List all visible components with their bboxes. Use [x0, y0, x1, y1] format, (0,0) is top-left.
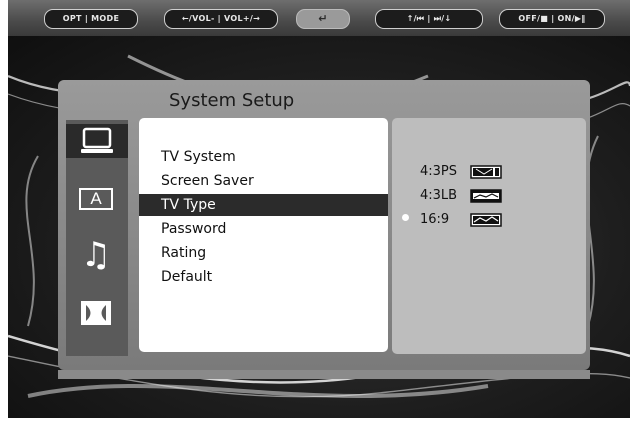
system-setup-panel: System Setup A ♫ TV System Screen Saver … [58, 80, 590, 370]
power-play-button[interactable]: OFF/■ | ON/▶‖ [499, 9, 605, 29]
menu-item-tv-system[interactable]: TV System [161, 146, 236, 168]
volume-button[interactable]: ←/VOL- | VOL+/→ [164, 9, 278, 29]
tv-icon [81, 127, 113, 153]
remote-control-bar: OPT | MODE ←/VOL- | VOL+/→ ↵ ↑/⏮ | ⏭/↓ O… [8, 0, 630, 37]
tab-audio[interactable]: ♫ [76, 238, 116, 272]
menu-item-screen-saver[interactable]: Screen Saver [161, 170, 254, 192]
tv-screen: System Setup A ♫ TV System Screen Saver … [8, 36, 630, 418]
option-label: 16:9 [420, 212, 450, 227]
tab-system[interactable] [66, 124, 128, 158]
menu-item-password[interactable]: Password [161, 218, 226, 240]
setup-menu: TV System Screen Saver TV Type Password … [139, 118, 388, 352]
aspect-lb-icon [470, 188, 502, 203]
option-label: 4:3LB [420, 188, 458, 203]
current-selection-dot [402, 214, 409, 221]
enter-button[interactable]: ↵ [296, 9, 350, 29]
aspect-ps-icon [470, 164, 502, 179]
dolby-icon [81, 301, 111, 325]
option-label: 4:3PS [420, 164, 458, 179]
status-strip [58, 370, 590, 379]
option-16-9[interactable]: 16:9 [420, 210, 502, 230]
menu-item-default[interactable]: Default [161, 266, 212, 288]
option-4-3ps[interactable]: 4:3PS [420, 162, 502, 182]
tv-type-options: 4:3PS 4:3LB 16:9 [392, 118, 586, 354]
navigation-button[interactable]: ↑/⏮ | ⏭/↓ [375, 9, 483, 29]
osd-screenshot: OPT | MODE ←/VOL- | VOL+/→ ↵ ↑/⏮ | ⏭/↓ O… [0, 0, 637, 425]
language-a-icon: A [79, 188, 113, 210]
aspect-wide-icon [470, 212, 502, 227]
panel-title: System Setup [169, 90, 295, 111]
tab-dolby[interactable] [76, 296, 116, 330]
tab-language[interactable]: A [76, 182, 116, 216]
opt-mode-button[interactable]: OPT | MODE [44, 9, 138, 29]
option-4-3lb[interactable]: 4:3LB [420, 186, 502, 206]
category-tabs: A ♫ [66, 120, 128, 356]
menu-item-tv-type[interactable]: TV Type [139, 194, 388, 216]
music-note-icon: ♫ [80, 235, 112, 275]
menu-item-rating[interactable]: Rating [161, 242, 206, 264]
